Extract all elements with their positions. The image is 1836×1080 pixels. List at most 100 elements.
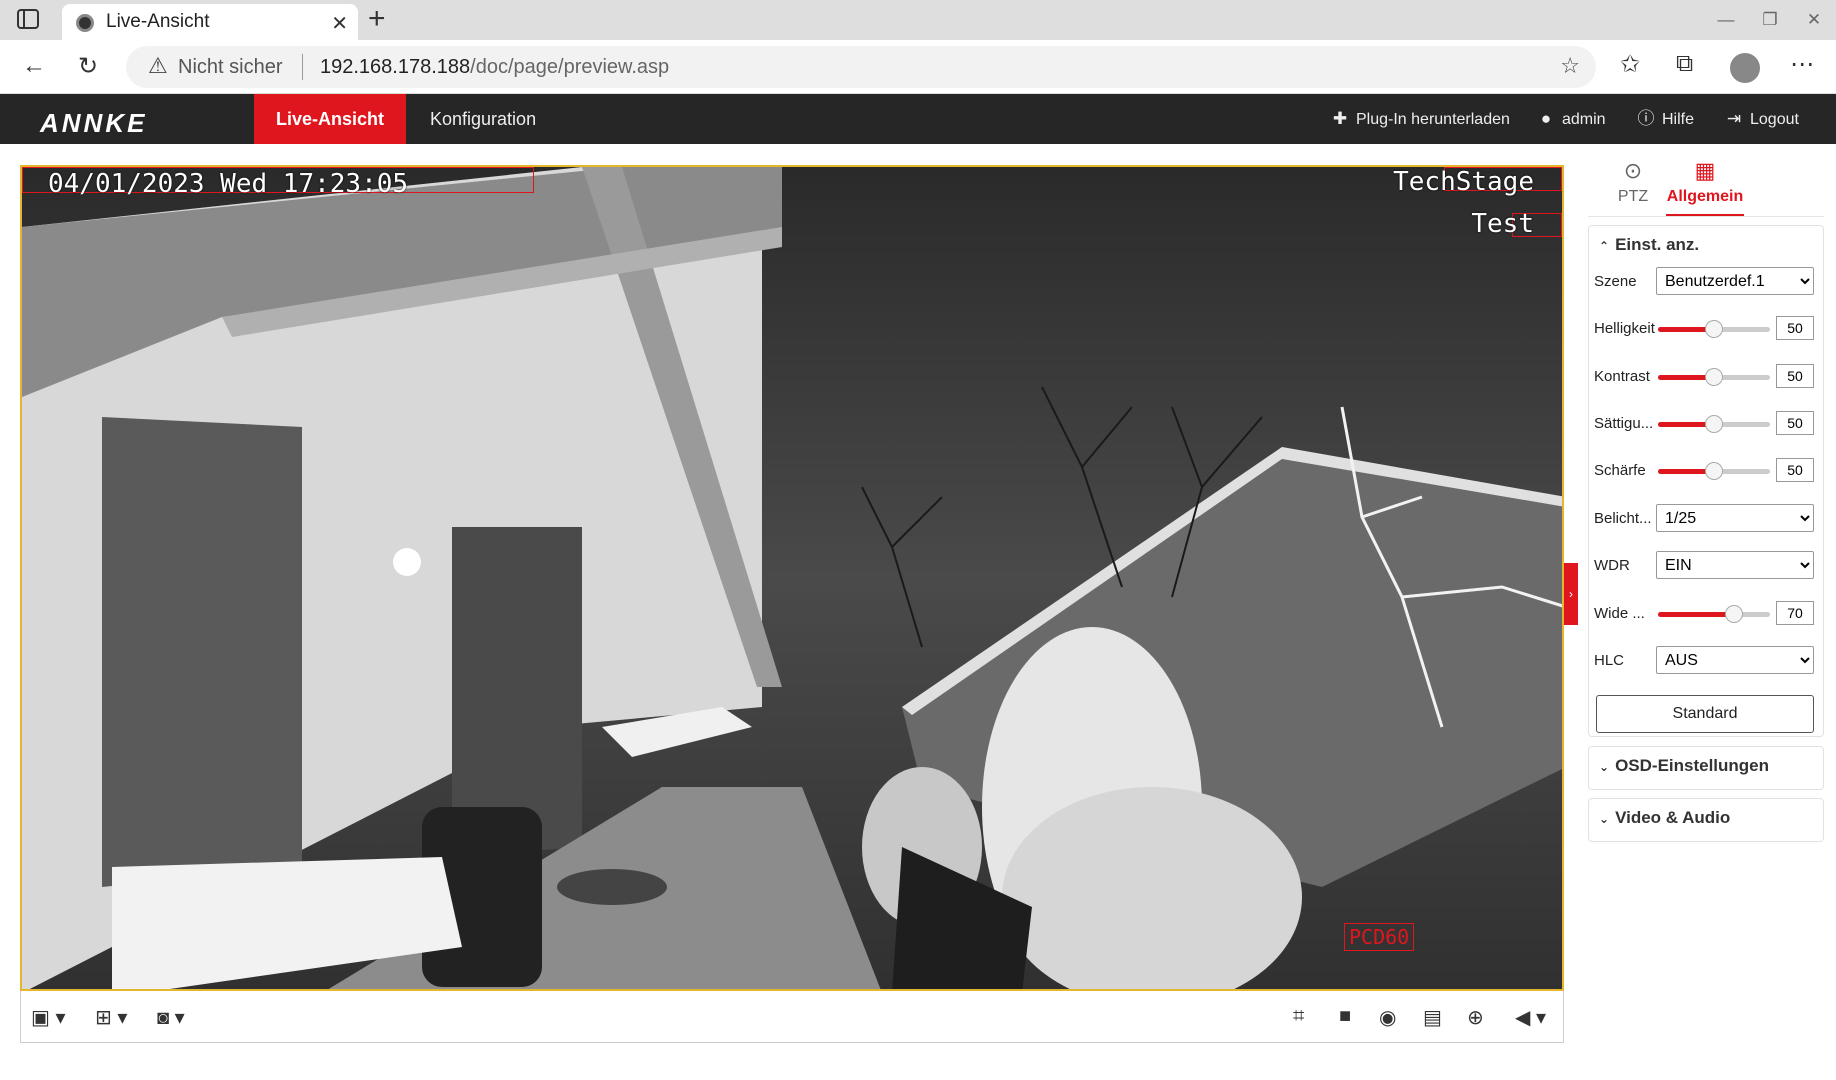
logout-label: Logout [1750, 111, 1799, 128]
help-link[interactable]: ⓘ Hilfe [1636, 94, 1695, 144]
hlc-row: HLC AUS [1594, 646, 1816, 676]
wide-dynamic-label: Wide ... [1594, 605, 1645, 622]
brightness-input[interactable] [1776, 316, 1814, 340]
plugin-download-link[interactable]: ✚ Plug-In herunterladen [1330, 94, 1510, 144]
brightness-label: Helligkeit [1594, 320, 1655, 337]
live-video-feed[interactable]: 04/01/2023 Wed 17:23:05 TechStage Test P… [20, 165, 1564, 991]
brand-logo: ANNKE [40, 108, 148, 138]
tab-live-view[interactable]: Live-Ansicht [254, 94, 407, 144]
section-header-video-audio[interactable]: ⌄ Video & Audio [1599, 808, 1730, 828]
help-icon: ⓘ [1637, 109, 1655, 128]
wide-dynamic-input[interactable] [1776, 601, 1814, 625]
snapshot-camera-icon[interactable]: ◉ [1379, 1005, 1396, 1030]
zoom-in-icon[interactable]: ⊕ [1467, 1005, 1484, 1030]
osd-top-right-text: TechStage [1393, 167, 1534, 197]
collections-icon[interactable]: ⧉ [1676, 50, 1693, 78]
user-link[interactable]: ● admin [1536, 94, 1606, 144]
contrast-input[interactable] [1776, 364, 1814, 388]
osd-datetime: 04/01/2023 Wed 17:23:05 [48, 169, 409, 199]
exposure-select[interactable]: 1/25 [1656, 504, 1814, 532]
brightness-slider[interactable] [1658, 320, 1770, 338]
favorite-add-icon[interactable]: ☆ [1560, 53, 1580, 79]
brightness-row: Helligkeit [1594, 314, 1816, 344]
stream-select-icon[interactable]: ⊞ ▾ [95, 1005, 127, 1030]
slider-fill [1658, 612, 1734, 617]
not-secure-label: Nicht sicher [178, 56, 283, 78]
hlc-select[interactable]: AUS [1656, 646, 1814, 674]
tab-general[interactable]: ▦ Allgemein [1660, 150, 1750, 206]
video-toolbar: ▣ ▾ ⊞ ▾ ◙ ▾ ⌗ ■ ◉ ▤ ⊕ ◀ ▾ [20, 991, 1564, 1043]
camera-scene-image [22, 167, 1562, 989]
saturation-row: Sättigu... [1594, 409, 1816, 439]
tab-close-icon[interactable]: ✕ [331, 11, 348, 36]
panel-collapse-handle[interactable]: › [1564, 563, 1578, 625]
wdr-label: WDR [1594, 557, 1630, 574]
logout-icon: ⇥ [1726, 109, 1742, 128]
tab-title: Live-Ansicht [106, 11, 210, 32]
saturation-slider[interactable] [1658, 415, 1770, 433]
scene-select[interactable]: Benutzerdef.1 [1656, 267, 1814, 295]
video-audio-title: Video & Audio [1615, 808, 1731, 827]
logout-link[interactable]: ⇥ Logout [1724, 94, 1799, 144]
window-layout-icon[interactable]: ▣ ▾ [31, 1005, 66, 1030]
scene-row: Szene Benutzerdef.1 [1594, 267, 1816, 297]
section-header-osd[interactable]: ⌄ OSD-Einstellungen [1599, 756, 1769, 776]
crop-icon[interactable]: ⌗ [1293, 1005, 1304, 1028]
reload-icon[interactable]: ↻ [78, 52, 98, 81]
url-path: /doc/page/preview.asp [470, 56, 670, 78]
url-host: 192.168.178.188 [320, 56, 471, 78]
wide-dynamic-row: Wide ... [1594, 599, 1816, 629]
slider-knob[interactable] [1705, 415, 1723, 433]
exposure-row: Belicht... 1/25 [1594, 504, 1816, 534]
contrast-row: Kontrast [1594, 362, 1816, 392]
sidebar-toggle-icon[interactable] [16, 8, 44, 32]
back-arrow-icon[interactable]: ← [22, 52, 46, 80]
aspect-ratio-icon[interactable]: ◙ ▾ [157, 1005, 185, 1030]
standard-button[interactable]: Standard [1596, 695, 1814, 733]
profile-avatar-icon[interactable] [1730, 53, 1760, 83]
slider-knob[interactable] [1705, 320, 1723, 338]
exposure-label: Belicht... [1594, 510, 1652, 527]
slider-knob[interactable] [1705, 368, 1723, 386]
osd-settings-section[interactable]: ⌄ OSD-Einstellungen [1588, 746, 1824, 790]
saturation-input[interactable] [1776, 411, 1814, 435]
slider-knob[interactable] [1725, 605, 1743, 623]
chevron-down-icon: ⌄ [1599, 812, 1610, 826]
restore-icon[interactable]: ❐ [1748, 0, 1792, 40]
slider-knob[interactable] [1705, 462, 1723, 480]
video-audio-section[interactable]: ⌄ Video & Audio [1588, 798, 1824, 842]
close-window-icon[interactable]: ✕ [1792, 0, 1836, 40]
address-bar-row: ← ↻ ⚠ Nicht sicher 192.168.178.188/doc/p… [0, 40, 1836, 94]
plugin-download-label: Plug-In herunterladen [1356, 111, 1510, 128]
puzzle-icon: ✚ [1332, 109, 1348, 128]
audio-mute-icon[interactable]: ◀ ▾ [1515, 1005, 1546, 1030]
saturation-label: Sättigu... [1594, 415, 1654, 432]
sharpness-input[interactable] [1776, 458, 1814, 482]
window-controls: — ❐ ✕ [1704, 0, 1836, 40]
osd-test-text: Test [1471, 209, 1534, 239]
favorites-icon[interactable]: ✩ [1620, 50, 1640, 79]
panel-tabs: ⊙ PTZ ▦ Allgemein [1588, 150, 1824, 216]
app-header: ANNKE Live-Ansicht Konfiguration ✚ Plug-I… [0, 94, 1836, 144]
stop-icon[interactable]: ■ [1339, 1005, 1351, 1028]
url-separator [302, 54, 303, 80]
section-header-display[interactable]: ⌃ Einst. anz. [1599, 235, 1699, 255]
user-icon: ● [1540, 109, 1552, 128]
record-icon[interactable]: ▤ [1423, 1005, 1442, 1030]
browser-tab[interactable]: Live-Ansicht ✕ [62, 4, 358, 40]
new-tab-icon[interactable]: + [368, 2, 386, 36]
url-field[interactable]: ⚠ Nicht sicher 192.168.178.188/doc/page/… [126, 46, 1596, 88]
tab-configuration[interactable]: Konfiguration [408, 94, 558, 144]
chevron-up-icon: ⌃ [1599, 239, 1610, 253]
sharpness-slider[interactable] [1658, 462, 1770, 480]
scene-label: Szene [1594, 273, 1637, 290]
more-menu-icon[interactable]: ⋯ [1790, 50, 1814, 79]
minimize-icon[interactable]: — [1704, 0, 1748, 40]
wdr-row: WDR EIN [1594, 551, 1816, 581]
url-text: 192.168.178.188/doc/page/preview.asp [320, 56, 669, 79]
contrast-slider[interactable] [1658, 368, 1770, 386]
wide-dynamic-slider[interactable] [1658, 605, 1770, 623]
contrast-label: Kontrast [1594, 368, 1650, 385]
wdr-select[interactable]: EIN [1656, 551, 1814, 579]
browser-tab-strip: Live-Ansicht ✕ + — ❐ ✕ [0, 0, 1836, 40]
